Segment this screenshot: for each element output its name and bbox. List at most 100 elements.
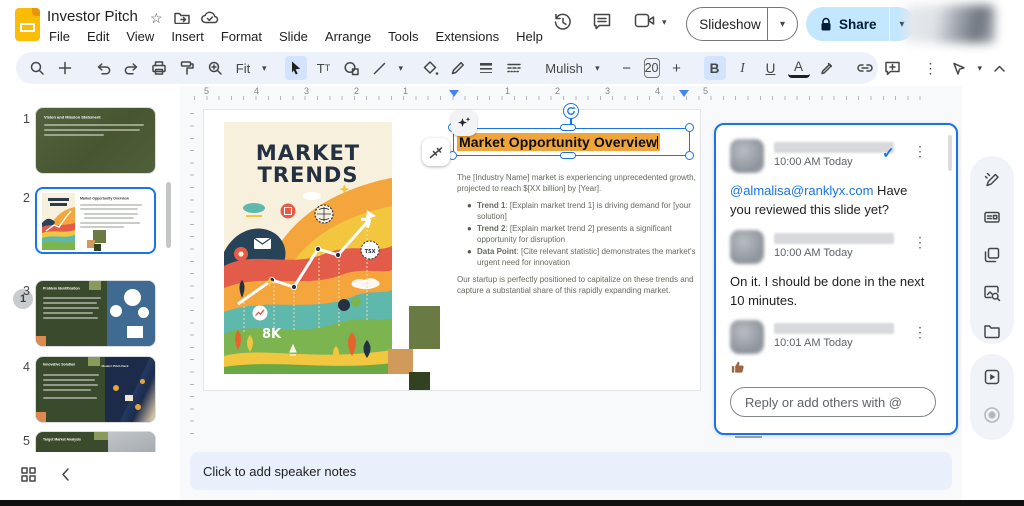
deco-square-darkgreen[interactable] (409, 372, 430, 390)
deco-square-tan[interactable] (388, 349, 413, 374)
slide-2-thumbnail[interactable]: Market Opportunity Overview (35, 187, 156, 254)
insert-link-icon[interactable] (854, 56, 876, 80)
slide-5-thumbnail[interactable]: Target Market Analysis (35, 431, 156, 452)
thumbs-up-emoji (730, 359, 745, 375)
comments-scrollbar[interactable] (948, 135, 952, 171)
resolve-check-icon[interactable]: ✓ (882, 144, 895, 162)
folder-icon[interactable] (983, 322, 1001, 340)
shape-tool-icon[interactable] (341, 56, 363, 80)
account-avatar[interactable] (905, 5, 995, 43)
templates-icon[interactable] (983, 208, 1001, 226)
text-box-tool-icon[interactable]: TT (313, 56, 335, 80)
star-icon[interactable]: ☆ (150, 10, 163, 27)
print-icon[interactable] (148, 56, 170, 80)
line-tool-icon[interactable] (369, 56, 391, 80)
rotate-handle[interactable] (563, 103, 579, 119)
editing-mode-dropdown-icon[interactable]: ▾ (978, 63, 983, 74)
menu-tools[interactable]: Tools (386, 28, 420, 45)
decrease-font-button[interactable]: − (616, 56, 638, 80)
open-comments-icon[interactable] (592, 12, 612, 31)
border-color-icon[interactable] (447, 56, 469, 80)
bold-button[interactable]: B (704, 56, 726, 80)
slide-body-text[interactable]: The [Industry Name] market is experienci… (457, 172, 710, 296)
deco-square-olive[interactable] (409, 306, 440, 349)
italic-button[interactable]: I (732, 56, 754, 80)
image-search-icon[interactable] (983, 284, 1001, 302)
reply-input[interactable] (730, 387, 936, 417)
cloud-saved-icon[interactable] (201, 11, 219, 24)
resize-handle-s[interactable] (560, 152, 576, 159)
paint-format-icon[interactable] (176, 56, 198, 80)
slide-1-thumbnail[interactable]: Vision and Mission Statement (35, 107, 156, 174)
menu-view[interactable]: View (124, 28, 156, 45)
undo-icon[interactable] (92, 56, 114, 80)
speaker-notes[interactable]: Click to add speaker notes (190, 452, 952, 490)
play-media-icon[interactable] (983, 368, 1001, 386)
grid-view-icon[interactable] (20, 466, 37, 483)
ruler-marker-left[interactable] (449, 90, 459, 97)
increase-font-button[interactable]: + (666, 56, 688, 80)
comment-1-menu-icon[interactable]: ⋮ (913, 143, 927, 160)
more-options-icon[interactable]: ⋮ (920, 56, 942, 80)
font-dropdown-icon[interactable]: ▾ (595, 63, 600, 74)
ruler-marker-right[interactable] (679, 90, 689, 97)
collapse-filmstrip-icon[interactable] (60, 467, 70, 482)
new-slide-button[interactable] (54, 56, 76, 80)
autofit-indicator-button[interactable] (422, 138, 450, 166)
editing-mode-icon[interactable] (948, 56, 970, 80)
meet-camera-icon[interactable] (634, 12, 656, 29)
line-dropdown-icon[interactable]: ▾ (399, 63, 404, 74)
resize-handle-n[interactable] (560, 124, 576, 131)
zoom-select[interactable]: Fit (232, 56, 254, 80)
font-size-input[interactable]: 20 (644, 58, 660, 78)
slide-3-thumbnail[interactable]: Problem Identification (35, 280, 156, 347)
ai-sparkle-button[interactable] (451, 110, 477, 136)
slide-4-thumbnail[interactable]: Innovative Solution Modern Pitch Deck (35, 356, 156, 423)
comment-1-avatar[interactable] (730, 139, 764, 173)
underline-button[interactable]: U (760, 56, 782, 80)
market-trends-poster[interactable]: MARKET TRENDS TSX 8K (224, 122, 392, 374)
comment-3-menu-icon[interactable]: ⋮ (913, 324, 927, 341)
menu-extensions[interactable]: Extensions (434, 28, 502, 45)
stacked-images-icon[interactable] (983, 246, 1001, 264)
record-icon[interactable] (983, 406, 1001, 424)
filmstrip-scrollbar[interactable] (166, 182, 171, 248)
search-menus-icon[interactable] (26, 56, 48, 80)
resize-handle-se[interactable] (685, 151, 694, 160)
slideshow-dropdown-icon[interactable]: ▾ (767, 8, 797, 40)
meet-dropdown-icon[interactable]: ▾ (662, 17, 667, 28)
add-comment-icon[interactable] (882, 56, 904, 80)
select-tool-icon[interactable] (285, 56, 307, 80)
mention-link[interactable]: @almalisa@ranklyx.com (730, 183, 873, 198)
slideshow-button[interactable]: Slideshow ▾ (686, 7, 798, 41)
collapse-toolbar-icon[interactable] (988, 56, 1010, 80)
share-button[interactable]: Share ▾ (806, 7, 915, 41)
slide-title[interactable]: Market Opportunity Overview (457, 133, 660, 151)
slides-logo-icon[interactable] (15, 8, 40, 41)
menu-insert[interactable]: Insert (169, 28, 206, 45)
menu-edit[interactable]: Edit (85, 28, 111, 45)
comment-2-avatar[interactable] (730, 230, 764, 264)
menu-file[interactable]: File (47, 28, 72, 45)
menu-format[interactable]: Format (219, 28, 264, 45)
move-folder-icon[interactable] (174, 11, 190, 24)
text-color-button[interactable]: A (788, 59, 810, 78)
border-weight-icon[interactable] (475, 56, 497, 80)
menu-help[interactable]: Help (514, 28, 545, 45)
highlight-color-icon[interactable] (816, 56, 838, 80)
fill-color-icon[interactable] (419, 56, 441, 80)
font-family-select[interactable]: Mulish (541, 56, 587, 80)
comment-2-menu-icon[interactable]: ⋮ (913, 234, 927, 251)
zoom-dropdown-icon[interactable]: ▾ (262, 63, 267, 74)
document-title[interactable]: Investor Pitch (47, 8, 138, 25)
comment-3-avatar[interactable] (730, 320, 764, 354)
border-dash-icon[interactable] (503, 56, 525, 80)
version-history-icon[interactable] (553, 12, 573, 32)
resize-handle-ne[interactable] (685, 123, 694, 132)
zoom-icon[interactable] (204, 56, 226, 80)
notes-resize-handle[interactable] (735, 436, 762, 438)
menu-arrange[interactable]: Arrange (323, 28, 373, 45)
menu-slide[interactable]: Slide (277, 28, 310, 45)
ai-edit-icon[interactable] (983, 170, 1001, 188)
redo-icon[interactable] (120, 56, 142, 80)
